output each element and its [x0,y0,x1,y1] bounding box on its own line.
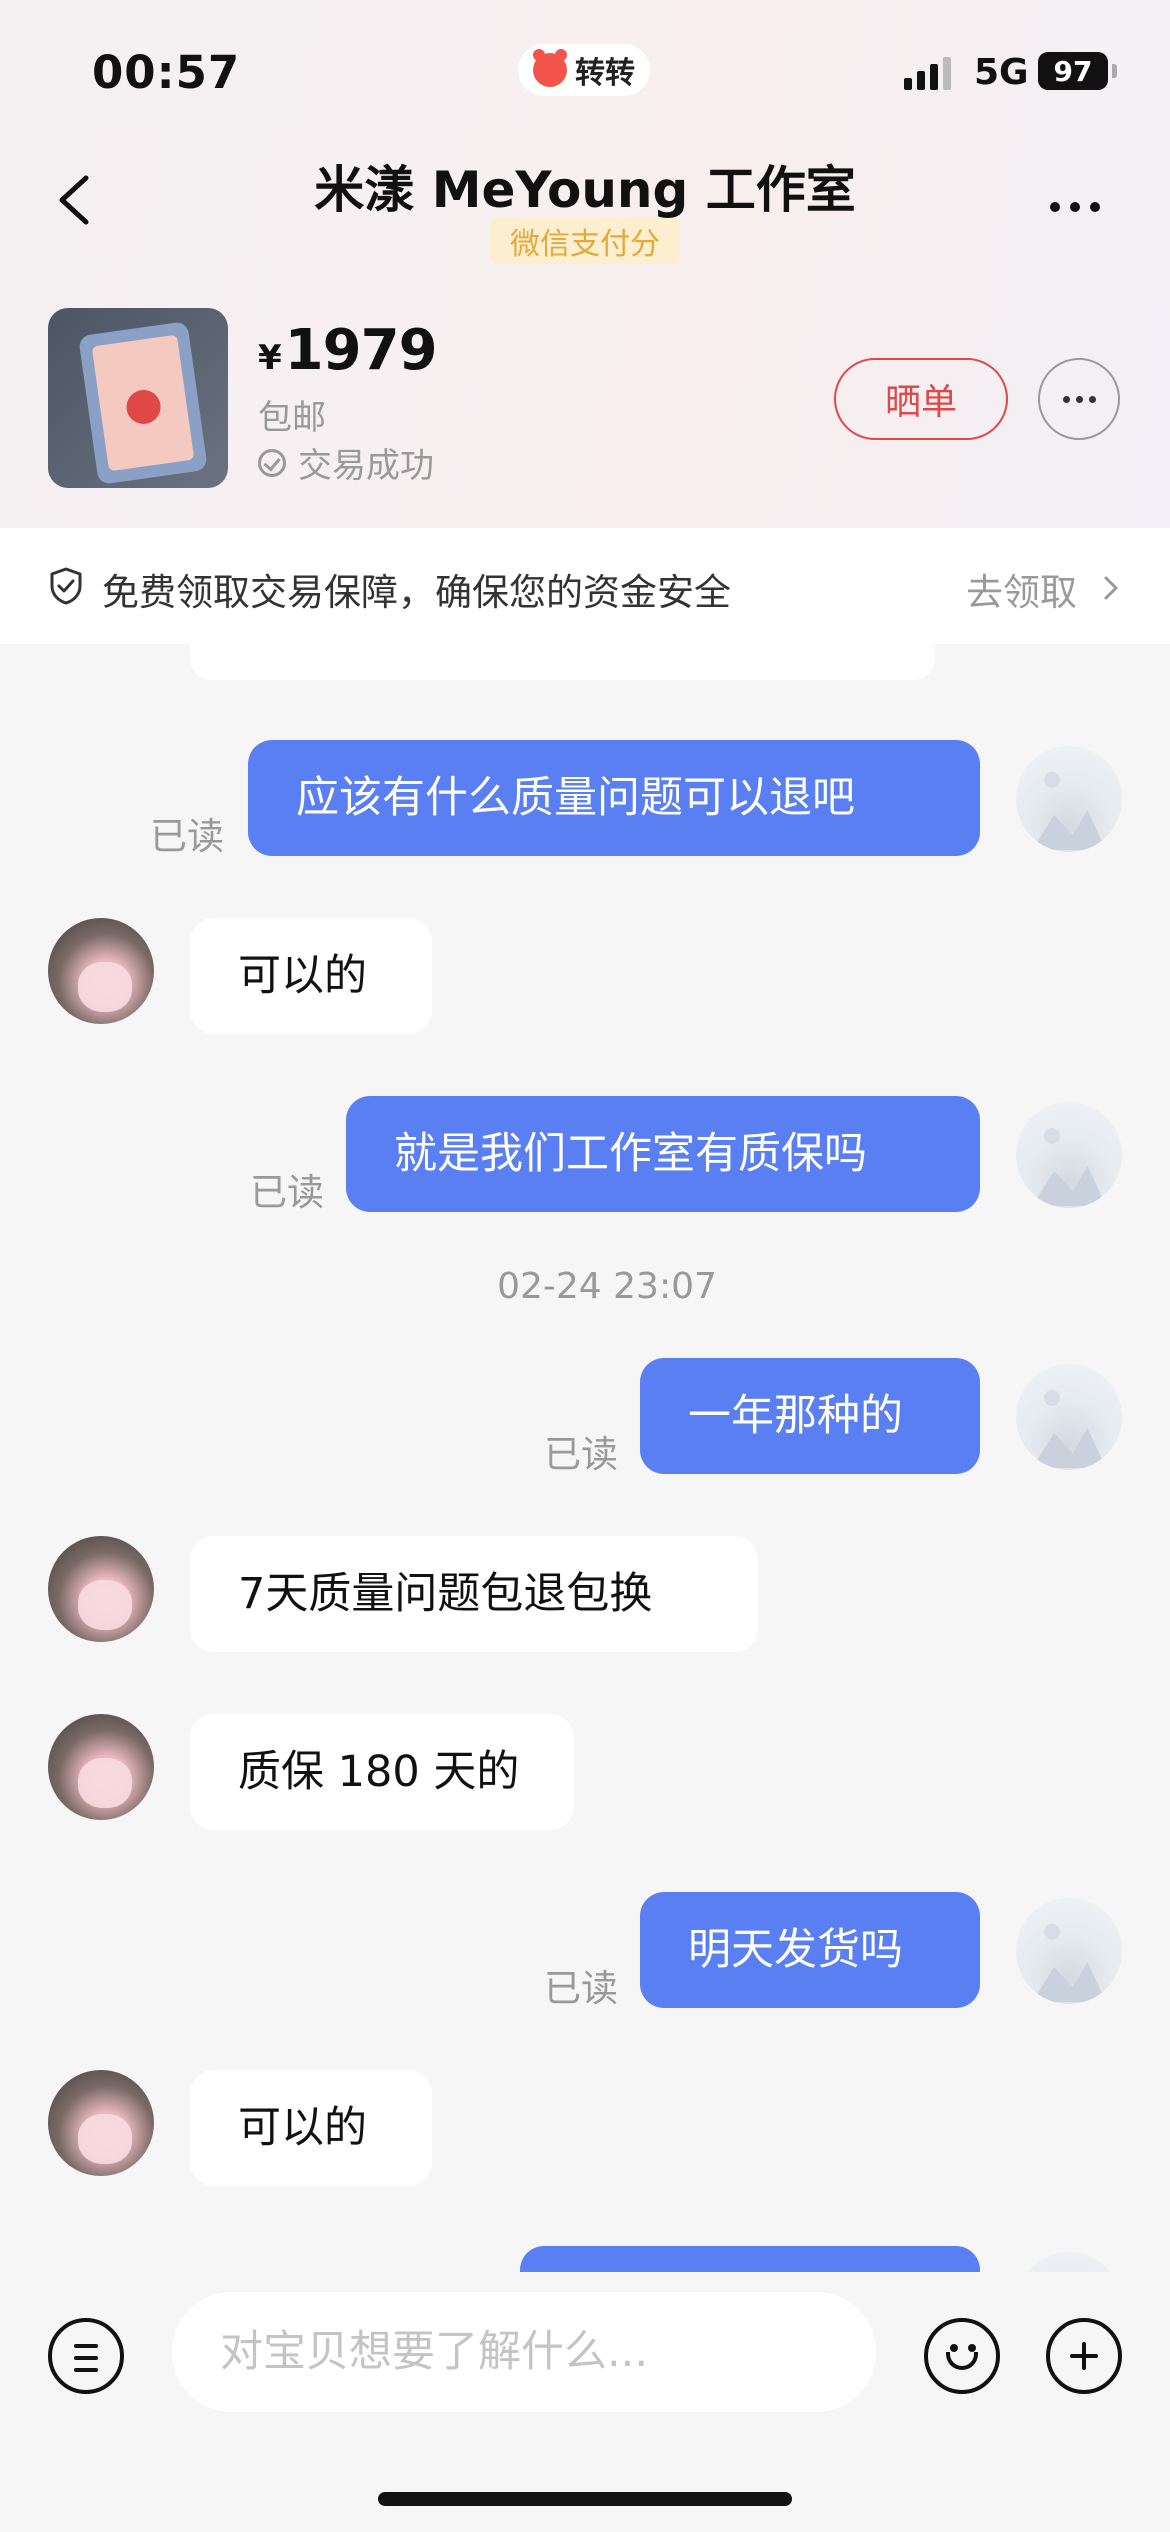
deal-status-text: 交易成功 [298,446,434,486]
deal-status: 交易成功 [258,438,434,487]
message-input[interactable] [172,2292,876,2412]
nav-bar: 米漾 MeYoung 工作室 微信支付分 [0,140,1170,280]
more-icon[interactable] [1050,202,1100,212]
plus-icon[interactable] [1046,2318,1122,2394]
check-circle-icon [258,448,286,477]
header-area: 00:57 转转 5G 97 米漾 MeYoung 工作室 微信支付分 ¥197… [0,0,1170,528]
status-time: 00:57 [92,46,241,99]
price-value: 1979 [284,318,438,383]
app-logo-icon [533,49,567,87]
input-bar [0,2272,1170,2532]
message-bubble-incoming[interactable]: 可以的 [190,2070,432,2186]
chevron-right-icon [1104,576,1118,600]
share-order-button[interactable]: 晒单 [834,358,1008,440]
my-avatar[interactable] [1016,746,1122,852]
message-bubble-outgoing[interactable]: 应该有什么质量问题可以退吧 [248,740,980,856]
my-avatar [1016,2252,1122,2272]
menu-icon[interactable] [48,2318,124,2394]
message-bubble-incoming[interactable]: 可以的 [190,918,432,1034]
emoji-icon[interactable] [924,2318,1000,2394]
read-receipt: 已读 [150,815,224,858]
signal-icon [904,56,951,90]
my-avatar[interactable] [1016,1364,1122,1470]
read-receipt: 已读 [544,1967,618,2010]
network-type: 5G [974,52,1029,93]
battery-icon: 97 [1038,52,1108,90]
message-bubble-partial [520,2246,980,2272]
guarantee-banner[interactable]: 免费领取交易保障，确保您的资金安全 去领取 [0,528,1170,644]
product-price: ¥1979 [258,318,438,383]
battery-tip [1112,64,1117,78]
my-avatar[interactable] [1016,1898,1122,2004]
message-timestamp: 02-24 23:07 [497,1266,717,1307]
message-bubble-partial [190,644,935,680]
product-image[interactable] [48,308,228,488]
message-bubble-incoming[interactable]: 质保 180 天的 [190,1714,574,1830]
app-indicator: 转转 [518,44,650,96]
claim-guarantee-link[interactable]: 去领取 [966,562,1077,616]
message-bubble-outgoing[interactable]: 就是我们工作室有质保吗 [346,1096,980,1212]
status-bar: 00:57 转转 5G 97 [0,0,1170,140]
seller-avatar[interactable] [48,2070,154,2176]
my-avatar[interactable] [1016,1102,1122,1208]
currency-symbol: ¥ [258,338,282,378]
shield-icon [50,567,82,605]
seller-avatar[interactable] [48,1536,154,1642]
page-title: 米漾 MeYoung 工作室 [314,161,856,219]
seller-avatar[interactable] [48,1714,154,1820]
credit-score-badge[interactable]: 微信支付分 [490,218,680,264]
read-receipt: 已读 [250,1171,324,1214]
message-bubble-outgoing[interactable]: 一年那种的 [640,1358,980,1474]
app-name: 转转 [575,56,635,91]
home-indicator[interactable] [378,2492,792,2506]
seller-avatar[interactable] [48,918,154,1024]
battery-level: 97 [1053,54,1093,88]
chat-screen: 00:57 转转 5G 97 米漾 MeYoung 工作室 微信支付分 ¥197… [0,0,1170,2532]
guarantee-text: 免费领取交易保障，确保您的资金安全 [102,571,731,614]
read-receipt: 已读 [544,1433,618,1476]
message-bubble-incoming[interactable]: 7天质量问题包退包换 [190,1536,758,1652]
shipping-label: 包邮 [258,398,326,438]
message-bubble-outgoing[interactable]: 明天发货吗 [640,1892,980,2008]
message-list[interactable]: 已读 应该有什么质量问题可以退吧 可以的 已读 就是我们工作室有质保吗 02-2… [0,644,1170,2272]
product-more-button[interactable] [1038,358,1120,440]
